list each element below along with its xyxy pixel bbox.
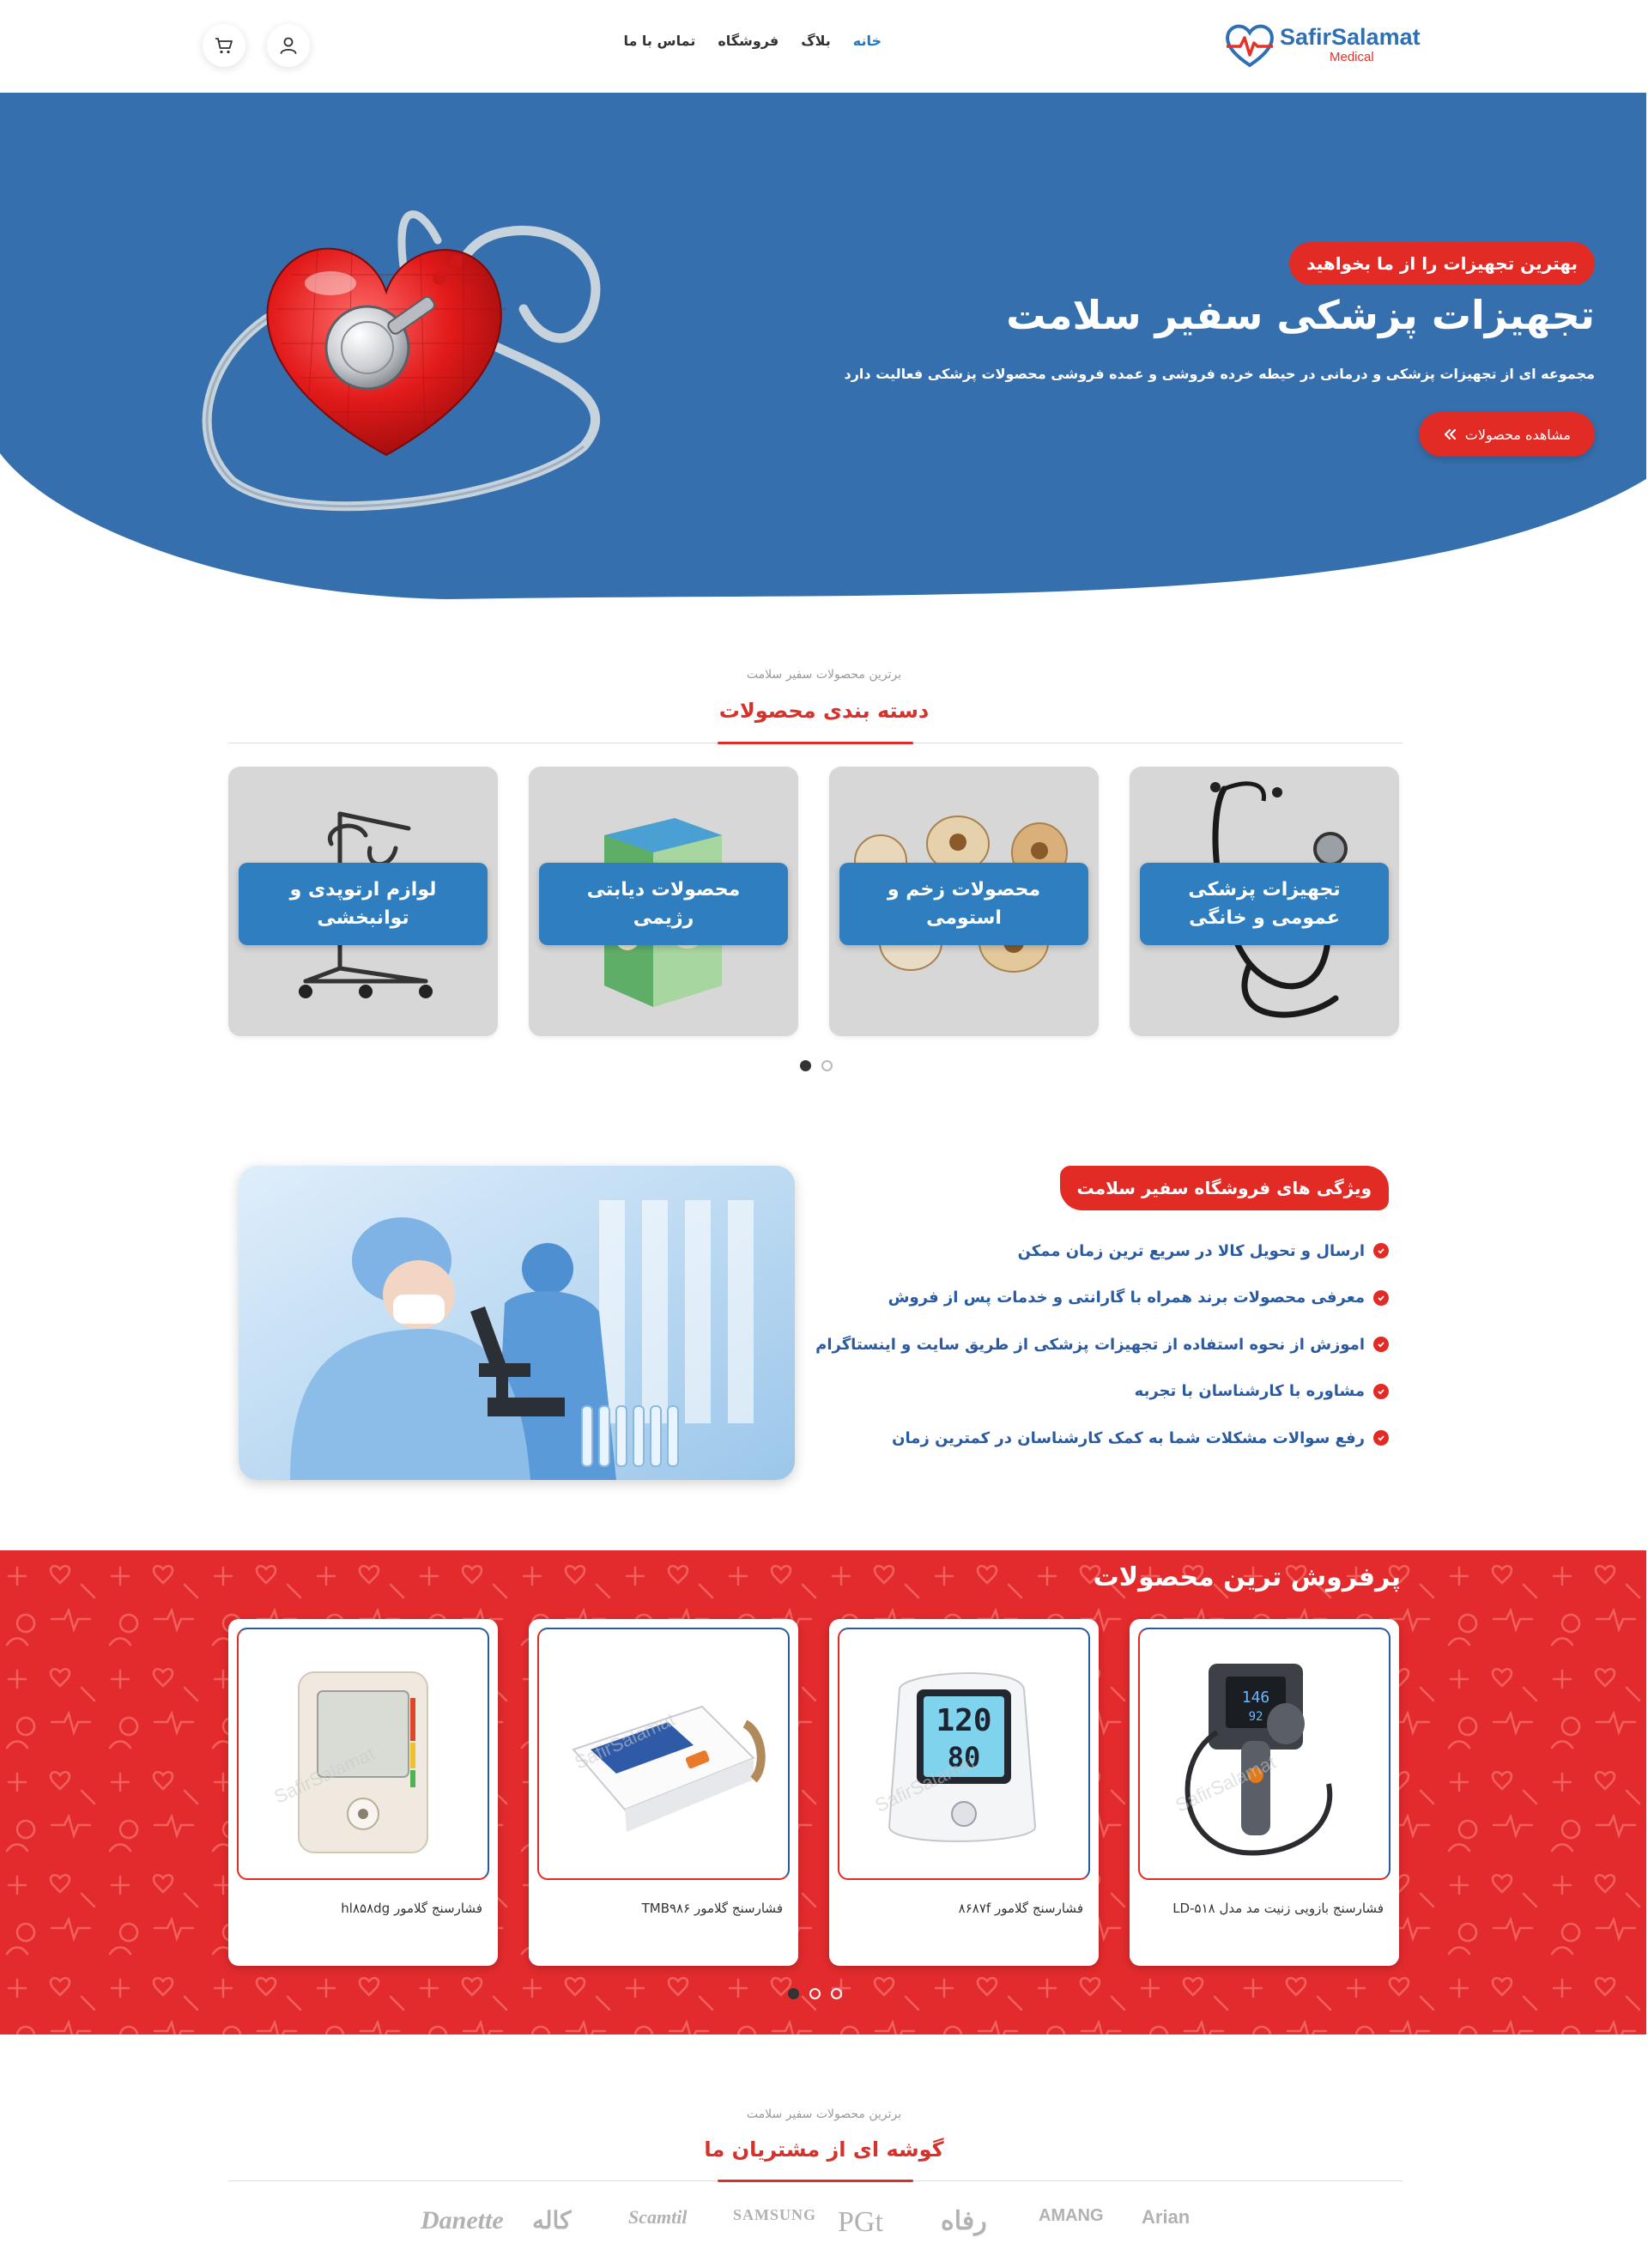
- brand-logo-kalleh[interactable]: کاله: [532, 2206, 571, 2235]
- feature-text: معرفی محصولات برند همراه با گارانتی و خد…: [888, 1289, 1365, 1307]
- best-sellers-pagination: [788, 1988, 842, 1999]
- hero-description: مجموعه ای از تجهیزات پزشکی و درمانی در ح…: [844, 366, 1596, 382]
- nav-item-home[interactable]: خانه: [853, 33, 882, 49]
- feature-item: معرفی محصولات برند همراه با گارانتی و خد…: [815, 1275, 1389, 1322]
- product-card[interactable]: 120 80 SafirSalamat فشارسنج گلامور ۸۶۸۷f: [829, 1619, 1099, 1966]
- account-button[interactable]: [267, 24, 310, 67]
- features-list: ارسال و تحویل کالا در سریع ترین زمان ممک…: [815, 1228, 1389, 1462]
- site-logo[interactable]: SafirSalamat Medical: [1223, 21, 1429, 69]
- brand-logo-danette[interactable]: Danette: [421, 2206, 504, 2235]
- logo-brand: SafirSalamat: [1280, 24, 1421, 50]
- feature-item: ارسال و تحویل کالا در سریع ترین زمان ممک…: [815, 1228, 1389, 1275]
- product-card[interactable]: SafirSalamat فشارسنج گلامور hl۸۵۸dg: [228, 1619, 498, 1966]
- svg-text:92: 92: [1249, 1710, 1263, 1724]
- customers-kicker: برترین محصولات سفیر سلامت: [746, 2107, 902, 2121]
- cart-button[interactable]: [203, 24, 245, 67]
- category-label: لوازم ارتوپدی و توانبخشی: [239, 863, 488, 945]
- hero-badge: بهترین تجهیزات را از ما بخواهید: [1289, 242, 1595, 285]
- main-nav: خانه بلاگ فروشگاه تماس با ما: [623, 33, 882, 49]
- customers-divider: [228, 2180, 1403, 2182]
- category-card-general-equipment[interactable]: تجهیزات پزشکی عمومی و خانگی: [1130, 767, 1399, 1036]
- hero-banner: بهترین تجهیزات را از ما بخواهید تجهیزات …: [0, 93, 1648, 608]
- digital-bp-monitor-blue-icon: 120 80 SafirSalamat: [871, 1672, 1037, 1842]
- view-products-label: مشاهده محصولات: [1464, 426, 1571, 443]
- double-chevron-left-icon: [1444, 428, 1456, 440]
- check-icon: [1373, 1337, 1389, 1353]
- site-header: SafirSalamat Medical خانه بلاگ فروشگاه ت…: [0, 0, 1648, 93]
- pagination-dot-active[interactable]: [800, 1060, 811, 1071]
- category-label: محصولات دیابتی رژیمی: [539, 863, 788, 945]
- brand-logo-pgt[interactable]: PGt: [838, 2206, 883, 2239]
- hero-title: تجهیزات پزشکی سفیر سلامت: [1006, 292, 1595, 338]
- best-sellers-title: پرفروش ترین محصولات: [1093, 1562, 1401, 1592]
- logo-subtitle: Medical: [1330, 50, 1374, 64]
- check-icon: [1373, 1383, 1389, 1399]
- user-icon: [280, 37, 297, 54]
- categories-kicker: برترین محصولات سفیر سلامت: [746, 668, 902, 682]
- product-name[interactable]: فشارسنج گلامور hl۸۵۸dg: [341, 1901, 482, 1916]
- digital-bp-monitor-beige-icon: SafirSalamat: [270, 1671, 428, 1853]
- feature-text: اموزش از نحوه استفاده از تجهیزات پزشکی ا…: [815, 1335, 1365, 1354]
- category-card-orthopedic[interactable]: لوازم ارتوپدی و توانبخشی: [228, 767, 498, 1036]
- product-image-frame: 146 92 SafirSalamat: [1138, 1628, 1390, 1880]
- pagination-dot[interactable]: [831, 1988, 842, 1999]
- svg-text:120: 120: [936, 1703, 991, 1738]
- product-name[interactable]: فشارسنج بازویی زنیت مد مدل LD-۵۱۸: [1172, 1901, 1384, 1916]
- digital-bp-monitor-white-icon: SafirSalamat: [571, 1705, 766, 1832]
- brand-logo-arian[interactable]: Arian: [1142, 2206, 1190, 2229]
- feature-item: اموزش از نحوه استفاده از تجهیزات پزشکی ا…: [815, 1321, 1389, 1368]
- nav-item-shop[interactable]: فروشگاه: [718, 33, 779, 49]
- feature-text: رفع سوالات مشکلات شما به کمک کارشناسان د…: [892, 1428, 1365, 1447]
- lab-scientists-photo: [239, 1166, 795, 1480]
- heart-pulse-logo-icon: [1226, 24, 1274, 68]
- product-image-frame: SafirSalamat: [237, 1628, 489, 1880]
- categories-title: دسته بندی محصولات: [718, 699, 930, 723]
- product-image-frame: SafirSalamat: [537, 1628, 790, 1880]
- category-card-diabetic[interactable]: محصولات دیابتی رژیمی: [529, 767, 798, 1036]
- categories-pagination: [800, 1060, 833, 1071]
- brand-logo-refah[interactable]: رفاه: [941, 2206, 987, 2236]
- svg-text:146: 146: [1242, 1689, 1270, 1707]
- aneroid-bp-monitor-icon: 146 92 SafirSalamat: [1172, 1664, 1333, 1856]
- nav-item-blog[interactable]: بلاگ: [801, 33, 831, 49]
- category-label: محصولات زخم و استومی: [839, 863, 1088, 945]
- pagination-dot-active[interactable]: [788, 1988, 799, 1999]
- check-icon: [1373, 1430, 1389, 1446]
- view-products-button[interactable]: مشاهده محصولات: [1418, 412, 1595, 457]
- customer-logos: Danette کاله Scamtil SAMSUNG PGt رفاه AM…: [403, 2198, 1245, 2258]
- brand-logo-scamtil[interactable]: Scamtil: [628, 2206, 687, 2229]
- pagination-dot[interactable]: [821, 1060, 833, 1071]
- brand-logo-amang[interactable]: AMANG: [1039, 2206, 1104, 2226]
- nav-item-contact[interactable]: تماس با ما: [623, 33, 695, 49]
- category-card-wound-ostomy[interactable]: محصولات زخم و استومی: [829, 767, 1099, 1036]
- features-badge: ویژگی های فروشگاه سفیر سلامت: [1059, 1166, 1389, 1210]
- product-card[interactable]: SafirSalamat فشارسنج گلامور TMB۹۸۶: [529, 1619, 798, 1966]
- pagination-dot[interactable]: [809, 1988, 821, 1999]
- check-icon: [1373, 1289, 1389, 1306]
- check-icon: [1373, 1243, 1389, 1259]
- feature-item: رفع سوالات مشکلات شما به کمک کارشناسان د…: [815, 1415, 1389, 1462]
- cart-icon: [215, 38, 233, 54]
- feature-text: مشاوره با کارشناسان با تجربه: [1134, 1382, 1365, 1401]
- product-card[interactable]: 146 92 SafirSalamat فشارسنج بازویی زنیت …: [1130, 1619, 1399, 1966]
- brand-logo-samsung[interactable]: SAMSUNG: [733, 2206, 816, 2224]
- product-name[interactable]: فشارسنج گلامور TMB۹۸۶: [642, 1901, 783, 1916]
- feature-item: مشاوره با کارشناسان با تجربه: [815, 1368, 1389, 1416]
- category-label: تجهیزات پزشکی عمومی و خانگی: [1140, 863, 1389, 945]
- product-image-frame: 120 80 SafirSalamat: [838, 1628, 1090, 1880]
- laboratory-image: [239, 1166, 795, 1480]
- feature-text: ارسال و تحویل کالا در سریع ترین زمان ممک…: [1017, 1241, 1365, 1260]
- heart-stethoscope-image: [202, 210, 601, 512]
- customers-title: گوشه ای از مشتریان ما: [704, 2138, 944, 2162]
- product-name[interactable]: فشارسنج گلامور ۸۶۸۷f: [959, 1901, 1083, 1916]
